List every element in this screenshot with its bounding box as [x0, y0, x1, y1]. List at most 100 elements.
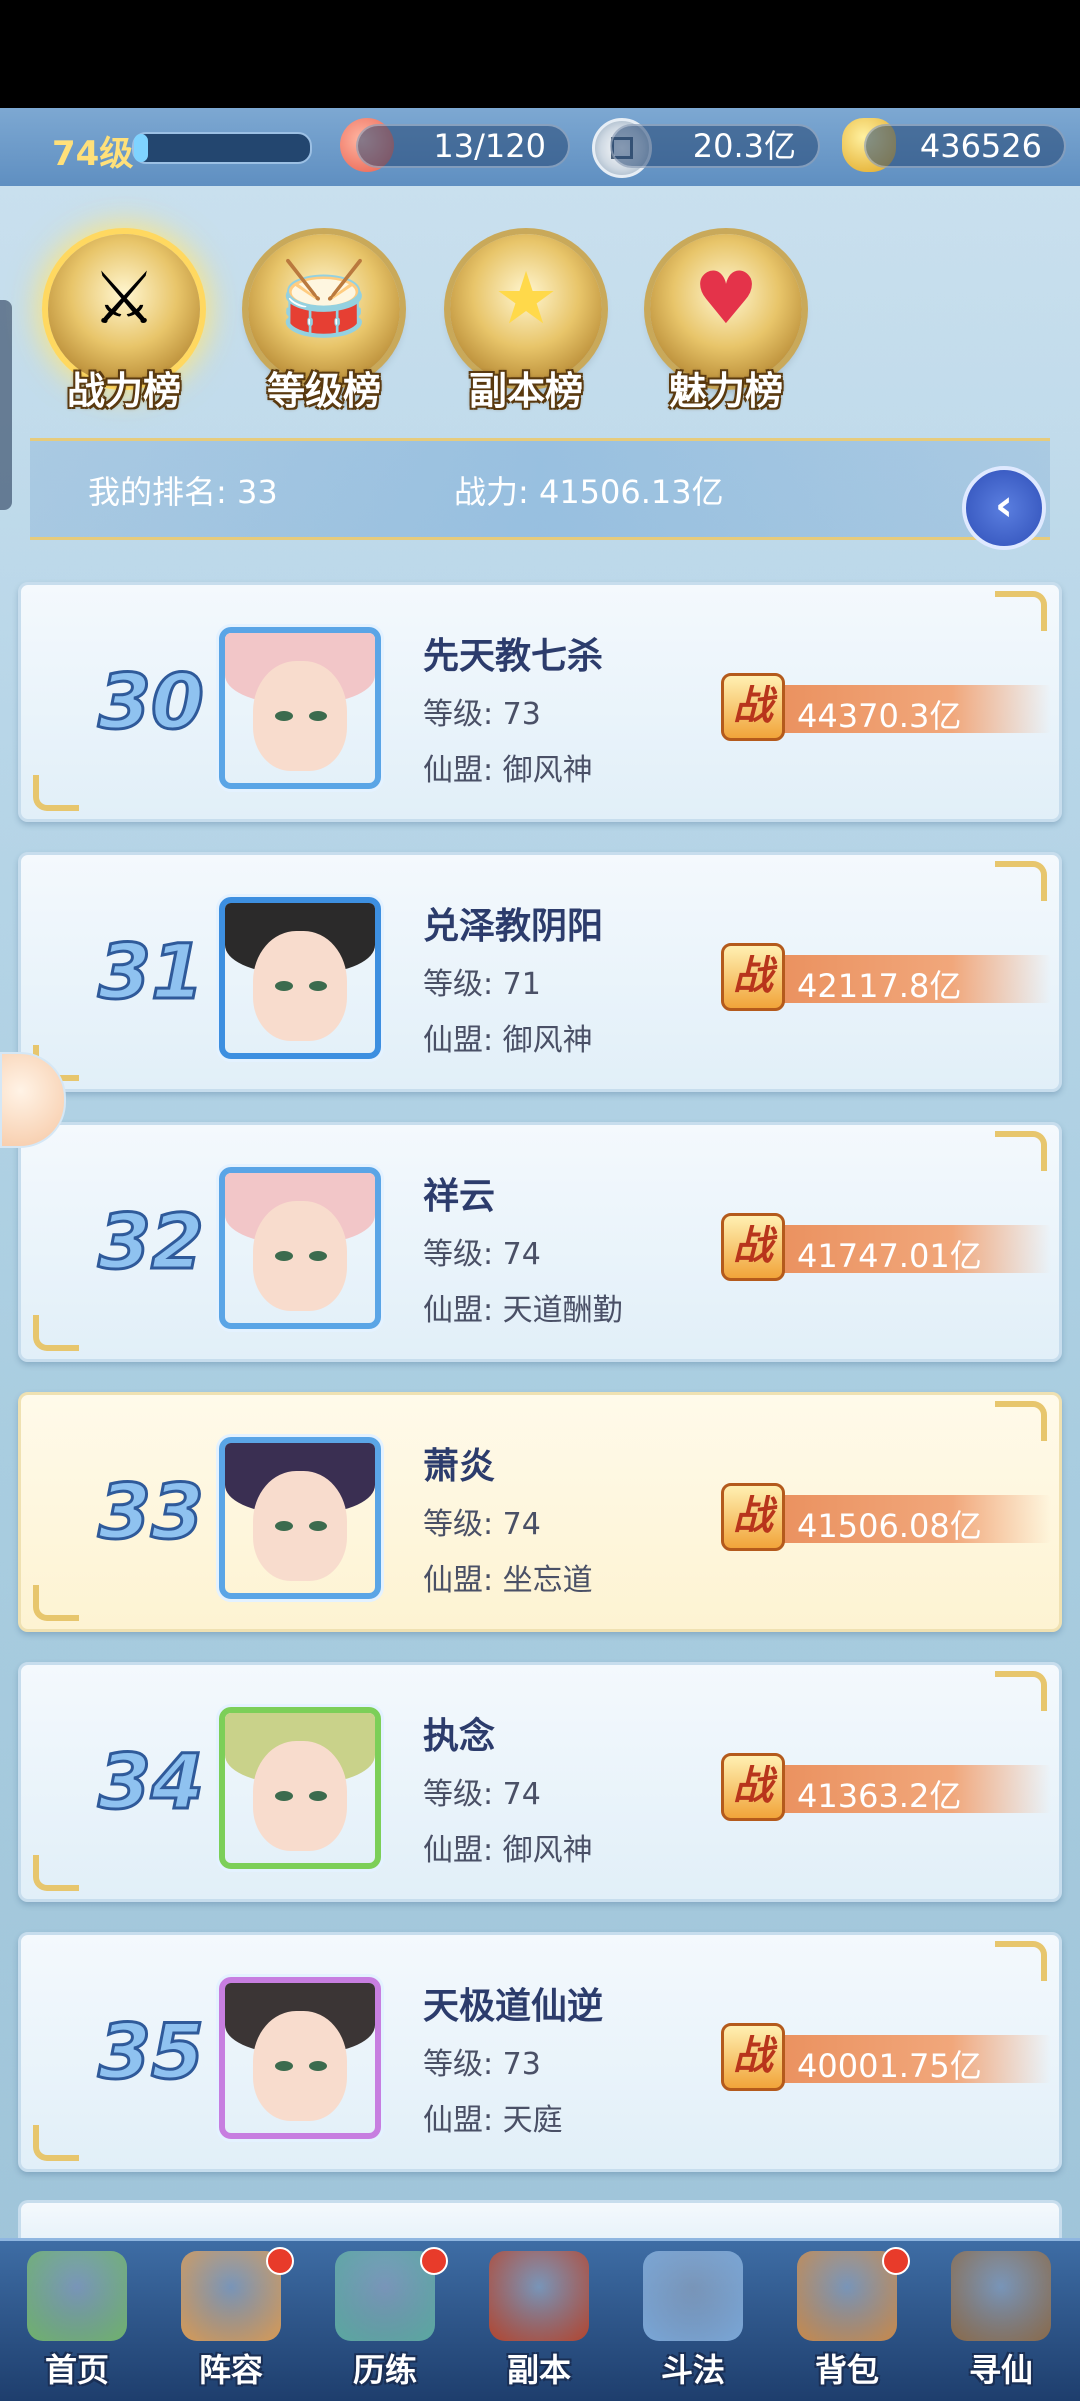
player-name: 执念 — [423, 1716, 496, 1757]
nav-item-0[interactable]: 首页 — [0, 2241, 154, 2401]
battle-badge-icon: 战 — [721, 2023, 785, 2091]
power-value: 41506.08亿 — [797, 1507, 982, 1545]
rank-number: 30 — [97, 656, 206, 748]
tab-dungeon-ranking[interactable]: ★ 副本榜 — [436, 220, 616, 420]
tab-label: 副本榜 — [468, 369, 583, 413]
avatar-eye — [309, 1521, 327, 1531]
corner-ornament — [995, 1401, 1047, 1441]
battle-badge-icon: 战 — [721, 943, 785, 1011]
avatar-face — [253, 931, 347, 1041]
corner-ornament — [33, 1315, 79, 1351]
avatar-eye — [309, 2061, 327, 2071]
gold-counter[interactable]: 436526 — [864, 124, 1066, 168]
xp-progress-fill — [134, 134, 149, 162]
power-value: 41363.2亿 — [797, 1777, 962, 1815]
avatar-eye — [309, 981, 327, 991]
corner-ornament — [33, 775, 79, 811]
nav-label: 副本 — [506, 2351, 571, 2389]
resource-bar: 74级 13/120 20.3亿 436526 — [0, 108, 1080, 186]
avatar-eye — [275, 1791, 293, 1801]
corner-ornament — [995, 1131, 1047, 1171]
notification-dot — [420, 2247, 448, 2275]
player-level-text: 等级: 74 — [423, 1507, 541, 1542]
xp-progress-bar — [132, 132, 312, 164]
nav-item-2[interactable]: 历练 — [308, 2241, 462, 2401]
my-rank-panel: 我的排名: 33 战力: 41506.13亿 — [30, 438, 1050, 540]
corner-ornament — [33, 2125, 79, 2161]
nav-label: 斗法 — [660, 2351, 725, 2389]
tab-label: 战力榜 — [66, 369, 181, 413]
player-guild-text: 仙盟: 坐忘道 — [423, 1563, 593, 1598]
battle-badge-icon: 战 — [721, 1483, 785, 1551]
avatar[interactable] — [219, 1437, 381, 1599]
list-item-self[interactable]: 33 萧炎 等级: 74 仙盟: 坐忘道 战 41506.08亿 — [18, 1392, 1062, 1632]
tab-label: 魅力榜 — [668, 369, 783, 413]
avatar[interactable] — [219, 897, 381, 1059]
corner-ornament — [33, 1585, 79, 1621]
nav-item-5[interactable]: 背包 — [770, 2241, 924, 2401]
list-item[interactable]: 34 执念 等级: 74 仙盟: 御风神 战 41363.2亿 — [18, 1662, 1062, 1902]
status-bar-area — [0, 0, 1080, 108]
player-guild-text: 仙盟: 天庭 — [423, 2103, 563, 2138]
ranking-tabs: ⚔ 战力榜 🥁 等级榜 ★ 副本榜 ♥ 魅力榜 — [0, 220, 1080, 420]
battle-badge-icon: 战 — [721, 1213, 785, 1281]
list-item[interactable]: 30 先天教七杀 等级: 73 仙盟: 御风神 战 44370.3亿 — [18, 582, 1062, 822]
list-item[interactable]: 32 祥云 等级: 74 仙盟: 天道酬勤 战 41747.01亿 — [18, 1122, 1062, 1362]
corner-ornament — [995, 1941, 1047, 1981]
player-guild-text: 仙盟: 天道酬勤 — [423, 1293, 623, 1328]
nav-item-6[interactable]: 寻仙 — [924, 2241, 1078, 2401]
player-level-text: 等级: 73 — [423, 697, 541, 732]
player-name: 兑泽教阴阳 — [423, 906, 604, 947]
power-value: 41747.01亿 — [797, 1237, 982, 1275]
avatar-eye — [275, 711, 293, 721]
player-level: 74级 — [52, 134, 134, 174]
nav-item-4[interactable]: 斗法 — [616, 2241, 770, 2401]
battle-badge-icon: 战 — [721, 673, 785, 741]
tab-charm-ranking[interactable]: ♥ 魅力榜 — [636, 220, 816, 420]
avatar-eye — [275, 1251, 293, 1261]
rank-number: 34 — [97, 1736, 206, 1828]
avatar-eye — [309, 711, 327, 721]
back-arrow-button[interactable]: ‹ — [962, 466, 1046, 550]
nav-label: 寻仙 — [968, 2351, 1033, 2389]
bottom-nav: 首页 阵容 历练 副本 斗法 背包 寻仙 — [0, 2238, 1080, 2401]
player-level-text: 等级: 73 — [423, 2047, 541, 2082]
corner-ornament — [995, 1671, 1047, 1711]
stamina-counter[interactable]: 13/120 — [356, 124, 570, 168]
tab-power-ranking[interactable]: ⚔ 战力榜 — [34, 220, 214, 420]
power-value: 44370.3亿 — [797, 697, 962, 735]
list-item[interactable]: 31 兑泽教阴阳 等级: 71 仙盟: 御风神 战 42117.8亿 — [18, 852, 1062, 1092]
battle-badge-icon: 战 — [721, 1753, 785, 1821]
player-level-text: 等级: 74 — [423, 1777, 541, 1812]
nav-label: 历练 — [352, 2351, 417, 2389]
gate-icon — [489, 2251, 589, 2341]
player-guild-text: 仙盟: 御风神 — [423, 753, 593, 788]
avatar[interactable] — [219, 1977, 381, 2139]
player-guild-text: 仙盟: 御风神 — [423, 1833, 593, 1868]
rank-number: 33 — [97, 1466, 206, 1558]
avatar-eye — [309, 1251, 327, 1261]
corner-ornament — [995, 861, 1047, 901]
avatar-eye — [275, 981, 293, 991]
list-item[interactable]: 35 天极道仙逆 等级: 73 仙盟: 天庭 战 40001.75亿 — [18, 1932, 1062, 2172]
avatar[interactable] — [219, 1167, 381, 1329]
nav-label: 阵容 — [198, 2351, 263, 2389]
my-rank-text: 我的排名: 33 — [88, 473, 278, 511]
nav-item-3[interactable]: 副本 — [462, 2241, 616, 2401]
avatar-face — [253, 661, 347, 771]
avatar[interactable] — [219, 627, 381, 789]
notification-dot — [266, 2247, 294, 2275]
avatar[interactable] — [219, 1707, 381, 1869]
rank-number: 31 — [97, 926, 206, 1018]
nav-item-1[interactable]: 阵容 — [154, 2241, 308, 2401]
player-name: 祥云 — [423, 1176, 496, 1217]
player-level-text: 等级: 71 — [423, 967, 541, 1002]
nav-label: 背包 — [814, 2351, 879, 2389]
scroll-icon — [951, 2251, 1051, 2341]
my-power-text: 战力: 41506.13亿 — [454, 473, 724, 511]
tab-level-ranking[interactable]: 🥁 等级榜 — [234, 220, 414, 420]
silver-counter[interactable]: 20.3亿 — [610, 124, 820, 168]
tab-label: 等级榜 — [266, 369, 381, 413]
avatar-eye — [275, 2061, 293, 2071]
home-island-icon — [27, 2251, 127, 2341]
